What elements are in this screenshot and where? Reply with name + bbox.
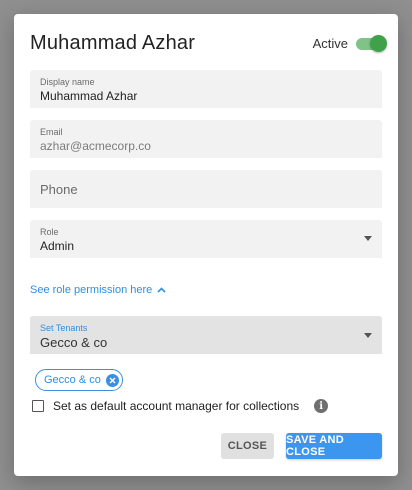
role-label: Role xyxy=(40,227,59,237)
email-value: azhar@acmecorp.co xyxy=(40,139,151,153)
active-toggle-group: Active xyxy=(312,34,387,52)
tenant-chip: Gecco & co xyxy=(35,369,123,391)
tenant-chip-label: Gecco & co xyxy=(44,374,101,386)
chevron-down-icon xyxy=(364,236,372,241)
remove-chip-icon[interactable] xyxy=(105,373,119,387)
default-manager-label: Set as default account manager for colle… xyxy=(53,399,300,413)
chevron-up-icon xyxy=(157,287,166,293)
role-select[interactable]: Role Admin xyxy=(30,220,382,258)
role-permission-link[interactable]: See role permission here xyxy=(30,284,166,296)
edit-user-dialog: Muhammad Azhar Active Display name Muham… xyxy=(14,14,398,476)
default-manager-checkbox[interactable] xyxy=(32,400,44,412)
display-name-value[interactable]: Muhammad Azhar xyxy=(40,89,137,103)
role-value: Admin xyxy=(40,239,75,253)
role-permission-label: See role permission here xyxy=(30,284,153,296)
chevron-down-icon xyxy=(364,333,372,338)
tenants-value: Gecco & co xyxy=(40,335,108,350)
active-label: Active xyxy=(312,36,348,51)
phone-placeholder: Phone xyxy=(40,182,78,197)
default-manager-row: Set as default account manager for colle… xyxy=(32,399,329,413)
phone-field[interactable]: Phone xyxy=(30,170,382,208)
tenants-label: Set Tenants xyxy=(40,323,88,333)
close-button[interactable]: CLOSE xyxy=(221,433,274,459)
active-toggle[interactable] xyxy=(356,34,387,52)
save-and-close-button[interactable]: SAVE AND CLOSE xyxy=(286,433,382,459)
email-field: Email azhar@acmecorp.co xyxy=(30,120,382,158)
tenants-select[interactable]: Set Tenants Gecco & co xyxy=(30,316,382,354)
info-icon[interactable]: i xyxy=(314,399,329,413)
display-name-label: Display name xyxy=(40,77,95,87)
email-label: Email xyxy=(40,127,63,137)
toggle-thumb xyxy=(370,34,387,52)
display-name-field[interactable]: Display name Muhammad Azhar xyxy=(30,70,382,108)
dialog-title: Muhammad Azhar xyxy=(30,32,196,54)
